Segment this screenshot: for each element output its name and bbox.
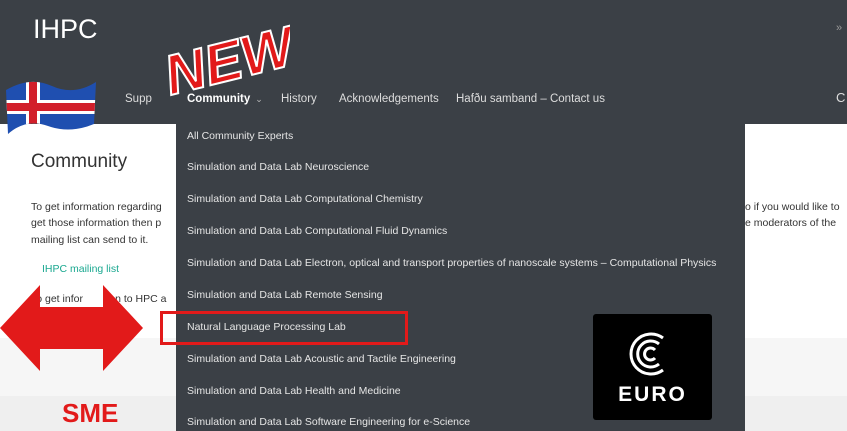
body-text-right-1: o if you would like to — [745, 201, 840, 213]
dropdown-item[interactable]: Simulation and Data Lab Acoustic and Tac… — [187, 353, 456, 365]
nlp-highlight-box — [160, 311, 408, 345]
dropdown-item[interactable]: All Community Experts — [187, 130, 293, 142]
iceland-flag-icon — [6, 81, 96, 134]
mailing-list-link[interactable]: IHPC mailing list — [42, 263, 119, 275]
dropdown-item[interactable]: Simulation and Data Lab Computational Fl… — [187, 225, 447, 237]
body-text-line-2: get those information then p — [31, 217, 162, 229]
nav-item-contact[interactable]: Hafðu samband – Contact us — [456, 93, 605, 105]
site-title[interactable]: IHPC — [33, 14, 98, 45]
dropdown-item[interactable]: Simulation and Data Lab Software Enginee… — [187, 416, 470, 428]
body-text-right-2: e moderators of the — [745, 217, 837, 229]
search-icon[interactable]: C — [836, 90, 845, 105]
sme-label: SME — [62, 398, 119, 428]
nav-item-support[interactable]: Supp — [125, 93, 152, 105]
nav-item-acknowledgements[interactable]: Acknowledgements — [339, 93, 439, 105]
page-title: Community — [31, 151, 128, 172]
dropdown-item[interactable]: Simulation and Data Lab Electron, optica… — [187, 257, 716, 269]
double-arrow-icon — [0, 285, 143, 371]
body-text-line-1: To get information regarding — [31, 201, 162, 213]
euro-logo-text: EURO — [618, 383, 687, 406]
site-header: IHPC » Supp Community ⌄ History Acknowled… — [0, 0, 847, 124]
body-text-line-3: mailing list can send to it. — [31, 234, 149, 246]
euro-logo-icon — [629, 332, 664, 376]
dropdown-item[interactable]: Simulation and Data Lab Health and Medic… — [187, 385, 401, 397]
rss-icon[interactable]: » — [836, 22, 842, 34]
dropdown-item[interactable]: Simulation and Data Lab Neuroscience — [187, 161, 369, 173]
new-badge: NEW — [157, 12, 290, 100]
dropdown-item[interactable]: Simulation and Data Lab Computational Ch… — [187, 193, 423, 205]
new-badge-text: NEW — [158, 13, 290, 100]
euro-logo: EURO — [593, 314, 712, 420]
dropdown-item[interactable]: Simulation and Data Lab Remote Sensing — [187, 289, 383, 301]
main-nav: Supp Community ⌄ History Acknowledgements… — [0, 88, 847, 114]
